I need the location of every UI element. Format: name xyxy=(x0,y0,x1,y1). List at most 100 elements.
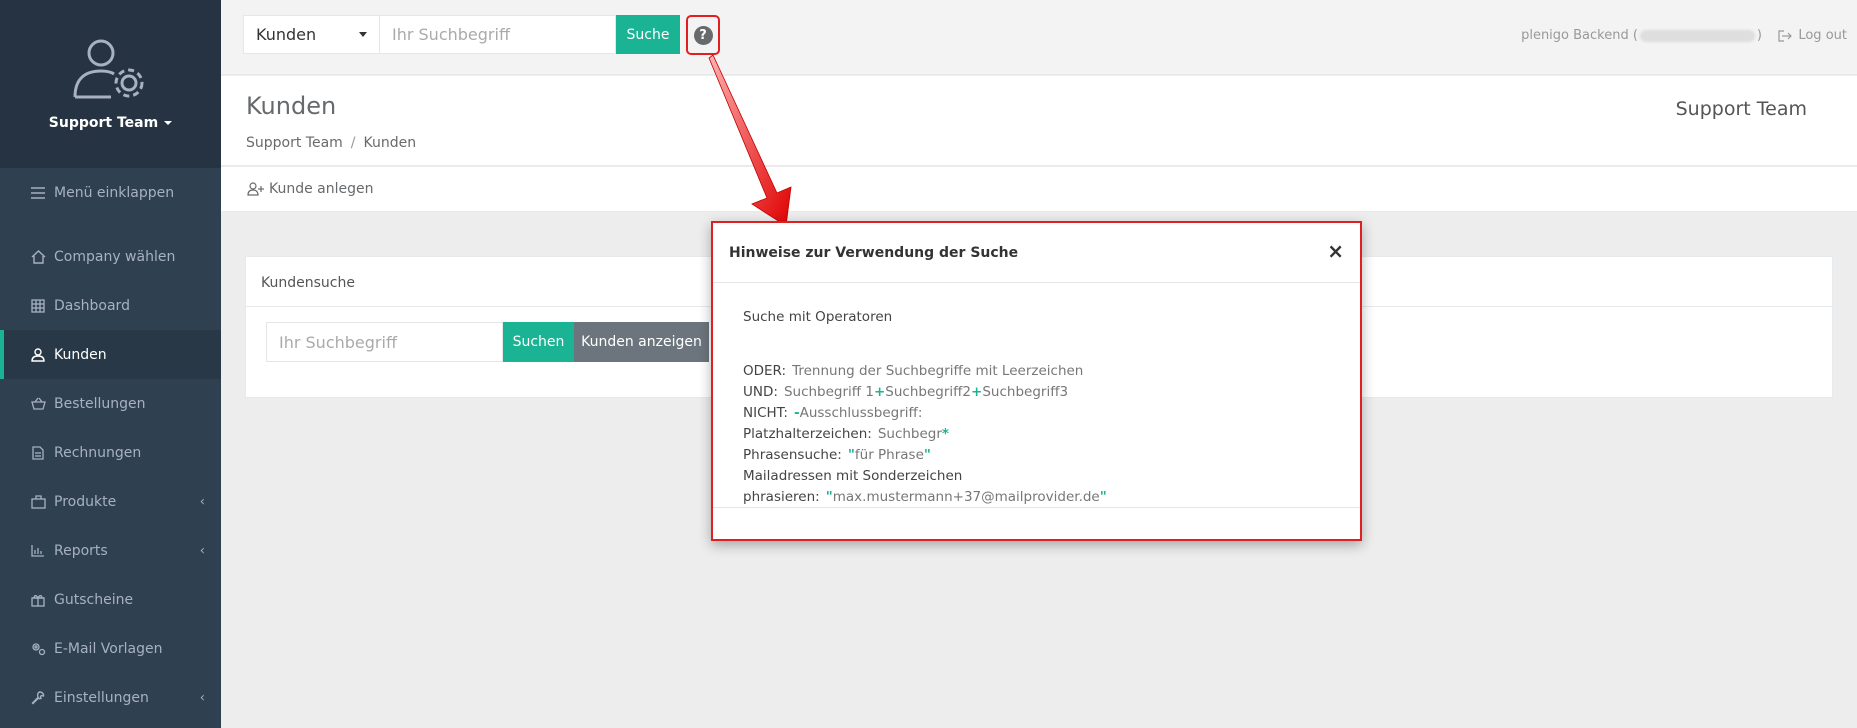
operator-row-wildcard: Platzhalterzeichen: Suchbegr* xyxy=(743,424,1330,445)
operator-row-phrase: Phrasensuche: "für Phrase" xyxy=(743,445,1330,466)
sidebar-item-label: Einstellungen xyxy=(54,689,149,706)
operator-row-mail: Mailadressen mit Sonderzeichen phrasiere… xyxy=(743,466,1330,508)
operator-symbol: + xyxy=(971,384,983,400)
customer-search-input[interactable] xyxy=(266,322,503,362)
panel-search: Suchen Kunden anzeigen xyxy=(266,322,709,362)
operator-symbol: * xyxy=(941,426,949,442)
sidebar-item-label: Dashboard xyxy=(54,297,130,314)
sidebar-item-label: Produkte xyxy=(54,493,117,510)
invoice-icon xyxy=(30,445,46,461)
sidebar-item-gutscheine[interactable]: Gutscheine xyxy=(0,575,221,624)
gift-icon xyxy=(30,592,46,608)
chevron-left-icon: ‹ xyxy=(199,690,205,705)
operator-value: max.mustermann+37@mailprovider.de xyxy=(832,489,1100,505)
sidebar-item-label: Kunden xyxy=(54,346,107,363)
operator-key: Phrasensuche: xyxy=(743,447,842,463)
operator-row-or: ODER: Trennung der Suchbegriffe mit Leerz… xyxy=(743,361,1330,382)
operator-key: ODER: xyxy=(743,363,787,379)
team-name-label: Support Team xyxy=(48,115,159,131)
action-bar: Kunde anlegen xyxy=(221,167,1857,212)
user-plus-icon xyxy=(247,182,264,196)
chevron-left-icon: ‹ xyxy=(199,543,205,558)
operator-value: Suchbegriff2 xyxy=(885,384,972,400)
operator-value: Suchbegriff 1 xyxy=(783,384,874,400)
basket-icon xyxy=(30,396,46,412)
top-navbar: Kunden Suche ? plenigo Backend ( ) Log o… xyxy=(221,0,1857,75)
global-search: Kunden Suche xyxy=(243,15,680,54)
sidebar-item-dashboard[interactable]: Dashboard xyxy=(0,281,221,330)
operator-value: Ausschlussbegriff: xyxy=(799,405,923,421)
breadcrumb-team[interactable]: Support Team xyxy=(246,135,343,151)
chevron-left-icon: ‹ xyxy=(199,494,205,509)
sidebar-item-label: Rechnungen xyxy=(54,444,142,461)
operator-symbol: " xyxy=(923,447,931,463)
caret-down-icon xyxy=(359,32,367,37)
sidebar-item-kunden[interactable]: Kunden xyxy=(0,330,221,379)
sidebar-header: Support Team xyxy=(0,0,221,168)
operator-value: Suchbegr xyxy=(877,426,942,442)
add-customer-button[interactable]: Kunde anlegen xyxy=(247,181,374,197)
cogs-icon xyxy=(30,641,46,657)
operator-symbol: " xyxy=(825,489,833,505)
user-info: plenigo Backend ( ) xyxy=(1521,28,1762,43)
sidebar-item-produkte[interactable]: Produkte ‹ xyxy=(0,477,221,526)
sidebar-item-label: Gutscheine xyxy=(54,591,134,608)
sidebar-item-bestellungen[interactable]: Bestellungen xyxy=(0,379,221,428)
home-icon xyxy=(30,249,46,265)
sidebar-item-einstellungen[interactable]: Einstellungen ‹ xyxy=(0,673,221,722)
modal-body: Suche mit Operatoren ODER: Trennung der S… xyxy=(713,283,1360,508)
modal-header: Hinweise zur Verwendung der Suche × xyxy=(713,223,1360,283)
sidebar-item-label: Reports xyxy=(54,542,108,559)
grid-icon xyxy=(30,298,46,314)
caret-down-icon xyxy=(164,121,173,125)
add-customer-label: Kunde anlegen xyxy=(269,181,374,197)
sidebar: Support Team Menü einklappen Company wäh… xyxy=(0,0,221,728)
menu-icon xyxy=(30,185,46,201)
sidebar-item-label: Menü einklappen xyxy=(54,184,175,201)
operator-key: Platzhalterzeichen: xyxy=(743,426,872,442)
team-label: Support Team xyxy=(1675,98,1807,120)
user-settings-icon xyxy=(73,39,143,99)
customer-search-button[interactable]: Suchen xyxy=(503,322,574,362)
operator-key: NICHT: xyxy=(743,405,788,421)
operator-value: Suchbegriff3 xyxy=(982,384,1069,400)
search-scope-select[interactable]: Kunden xyxy=(243,15,380,54)
user-icon xyxy=(30,347,46,363)
sidebar-item-reports[interactable]: Reports ‹ xyxy=(0,526,221,575)
operator-row-and: UND: Suchbegriff 1+Suchbegriff2+Suchbegri… xyxy=(743,382,1330,403)
page-title: Kunden xyxy=(246,92,337,120)
operator-key: UND: xyxy=(743,384,778,400)
modal-subtitle: Suche mit Operatoren xyxy=(743,309,893,325)
chart-icon xyxy=(30,543,46,559)
sidebar-item-label: Bestellungen xyxy=(54,395,146,412)
logout-link[interactable]: Log out xyxy=(1778,28,1847,43)
operator-symbol: " xyxy=(847,447,855,463)
search-help-button[interactable]: ? xyxy=(686,15,720,55)
question-icon: ? xyxy=(693,25,713,45)
sign-out-icon xyxy=(1778,29,1793,42)
breadcrumb: Support Team / Kunden xyxy=(246,135,416,151)
wrench-icon xyxy=(30,690,46,706)
search-help-modal: Hinweise zur Verwendung der Suche × Such… xyxy=(711,221,1362,541)
sidebar-item-collapse[interactable]: Menü einklappen xyxy=(0,168,221,217)
operator-row-not: NICHT: -Ausschlussbegriff: xyxy=(743,403,1330,424)
logout-label: Log out xyxy=(1798,28,1847,43)
sidebar-item-label: E-Mail Vorlagen xyxy=(54,640,163,657)
breadcrumb-separator: / xyxy=(350,135,356,151)
breadcrumb-current: Kunden xyxy=(363,135,417,151)
global-search-button[interactable]: Suche xyxy=(616,15,680,54)
sidebar-item-company[interactable]: Company wählen xyxy=(0,232,221,281)
blurred-username xyxy=(1639,29,1755,42)
page-heading: Kunden Support Team / Kunden Support Tea… xyxy=(221,76,1857,166)
close-icon[interactable]: × xyxy=(1327,241,1344,261)
search-scope-value: Kunden xyxy=(256,25,317,44)
sidebar-item-rechnungen[interactable]: Rechnungen xyxy=(0,428,221,477)
user-prefix: plenigo Backend ( xyxy=(1521,28,1638,43)
operator-symbol: + xyxy=(873,384,886,400)
sidebar-item-email-vorlagen[interactable]: E-Mail Vorlagen xyxy=(0,624,221,673)
operator-symbol: " xyxy=(1099,489,1107,505)
show-customers-button[interactable]: Kunden anzeigen xyxy=(574,322,709,362)
user-suffix: ) xyxy=(1756,28,1762,43)
global-search-input[interactable] xyxy=(380,15,616,54)
team-switcher[interactable]: Support Team xyxy=(48,115,173,131)
